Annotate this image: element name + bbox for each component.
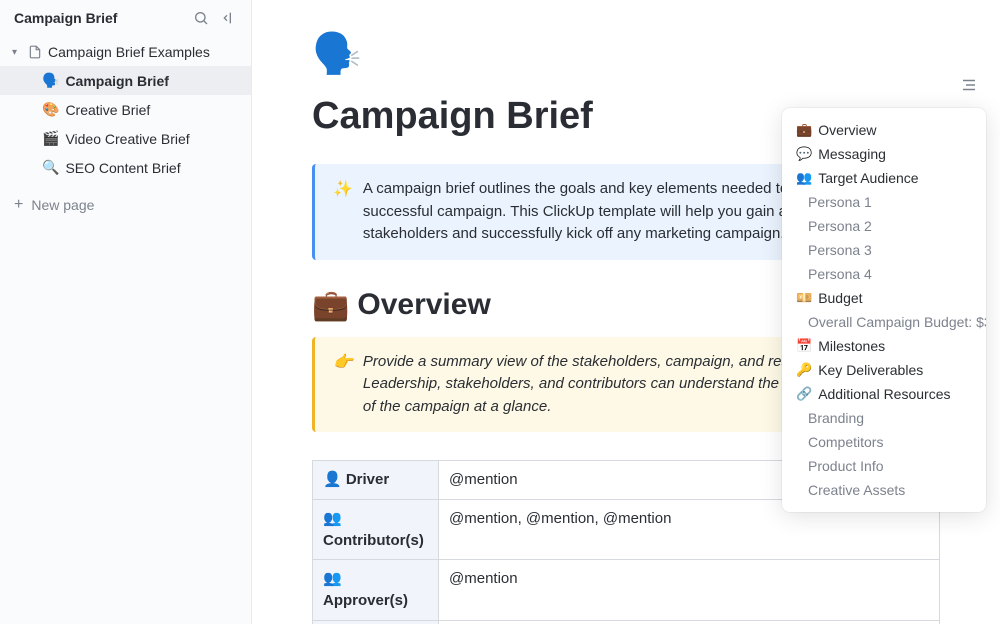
sidebar-item[interactable]: 🗣️ Campaign Brief bbox=[0, 66, 251, 95]
toc-item[interactable]: 👥 Target Audience bbox=[782, 166, 986, 190]
toc-item[interactable]: 🔑 Key Deliverables bbox=[782, 358, 986, 382]
toc-item-icon: 📅 bbox=[796, 338, 812, 354]
toc-item-label: Messaging bbox=[818, 146, 886, 162]
toc-item-icon: 👥 bbox=[796, 170, 812, 186]
toc-item-label: Overall Campaign Budget: $3,... bbox=[808, 314, 986, 330]
toc-item-label: Milestones bbox=[818, 338, 885, 354]
chevron-down-icon[interactable]: ▾ bbox=[12, 47, 22, 58]
toc-item[interactable]: 🔗 Additional Resources bbox=[782, 382, 986, 406]
toc-item-label: Persona 2 bbox=[808, 218, 872, 234]
main-content: 🗣️ Campaign Brief ✨ A campaign brief out… bbox=[252, 0, 1000, 624]
sidebar-item-label: SEO Content Brief bbox=[65, 160, 180, 176]
doc-emoji[interactable]: 🗣️ bbox=[312, 30, 940, 77]
sidebar-item[interactable]: 🎬 Video Creative Brief bbox=[0, 124, 251, 153]
sidebar-tree: ▾ Campaign Brief Examples 🗣️ Campaign Bri… bbox=[0, 34, 251, 186]
toc-item[interactable]: 📅 Milestones bbox=[782, 334, 986, 358]
plus-icon: + bbox=[14, 196, 23, 214]
toc-item[interactable]: Persona 4 bbox=[782, 262, 986, 286]
toc-item[interactable]: Persona 1 bbox=[782, 190, 986, 214]
toc-item-icon: 🔑 bbox=[796, 362, 812, 378]
toc-item[interactable]: Persona 3 bbox=[782, 238, 986, 262]
sparkle-icon: ✨ bbox=[333, 178, 353, 246]
toc-item-label: Product Info bbox=[808, 458, 884, 474]
sidebar-item[interactable]: 🎨 Creative Brief bbox=[0, 95, 251, 124]
table-row: 💭 Title / TaglineProduct X: a new produc… bbox=[313, 620, 940, 624]
sidebar-item-label: Campaign Brief bbox=[65, 73, 168, 89]
toc-item-label: Persona 1 bbox=[808, 194, 872, 210]
sidebar-parent-item[interactable]: ▾ Campaign Brief Examples bbox=[0, 38, 251, 66]
sidebar-item-label: Video Creative Brief bbox=[65, 131, 189, 147]
toc-item[interactable]: 💼 Overview bbox=[782, 118, 986, 142]
toc-item[interactable]: 💬 Messaging bbox=[782, 142, 986, 166]
toc-item-icon: 💼 bbox=[796, 122, 812, 138]
new-page-button[interactable]: + New page bbox=[0, 186, 251, 224]
sidebar: Campaign Brief ▾ Campaign Brief Examples… bbox=[0, 0, 252, 624]
table-row-value[interactable]: @mention bbox=[439, 560, 940, 621]
toc-item[interactable]: Overall Campaign Budget: $3,... bbox=[782, 310, 986, 334]
page-emoji-icon: 🎨 bbox=[42, 101, 59, 118]
sidebar-title: Campaign Brief bbox=[14, 10, 117, 26]
new-page-label: New page bbox=[31, 197, 94, 213]
page-emoji-icon: 🔍 bbox=[42, 159, 59, 176]
toc-item-label: Persona 3 bbox=[808, 242, 872, 258]
toc-item[interactable]: Creative Assets bbox=[782, 478, 986, 502]
collapse-sidebar-icon[interactable] bbox=[221, 10, 237, 26]
table-row: 👥 Approver(s)@mention bbox=[313, 560, 940, 621]
toc-item[interactable]: Persona 2 bbox=[782, 214, 986, 238]
toc-item-icon: 🔗 bbox=[796, 386, 812, 402]
briefcase-icon: 💼 bbox=[312, 288, 349, 323]
toc-item-icon: 💴 bbox=[796, 290, 812, 306]
sidebar-item-label: Creative Brief bbox=[65, 102, 150, 118]
table-row-label[interactable]: 👤 Driver bbox=[313, 461, 439, 500]
overview-heading-text: Overview bbox=[357, 288, 490, 322]
sidebar-parent-label: Campaign Brief Examples bbox=[48, 44, 210, 60]
toc-item[interactable]: Competitors bbox=[782, 430, 986, 454]
page-emoji-icon: 🗣️ bbox=[42, 72, 59, 89]
toc-item-label: Creative Assets bbox=[808, 482, 905, 498]
table-row-label[interactable]: 💭 Title / Tagline bbox=[313, 620, 439, 624]
sidebar-item[interactable]: 🔍 SEO Content Brief bbox=[0, 153, 251, 182]
toc-item-label: Branding bbox=[808, 410, 864, 426]
toc-item-label: Target Audience bbox=[818, 170, 918, 186]
toc-item-label: Competitors bbox=[808, 434, 883, 450]
toc-toggle-icon[interactable] bbox=[960, 76, 978, 94]
toc-item-label: Overview bbox=[818, 122, 876, 138]
toc-item-icon: 💬 bbox=[796, 146, 812, 162]
toc-item[interactable]: Branding bbox=[782, 406, 986, 430]
table-row-value[interactable]: Product X: a new product for the modern … bbox=[439, 620, 940, 624]
toc-item-label: Budget bbox=[818, 290, 862, 306]
toc-item[interactable]: 💴 Budget bbox=[782, 286, 986, 310]
toc-item[interactable]: Product Info bbox=[782, 454, 986, 478]
toc-popup: 💼 Overview 💬 Messaging 👥 Target Audience Perso… bbox=[782, 108, 986, 512]
toc-item-label: Additional Resources bbox=[818, 386, 950, 402]
sidebar-header: Campaign Brief bbox=[0, 0, 251, 34]
toc-item-label: Key Deliverables bbox=[818, 362, 923, 378]
pointing-icon: 👉 bbox=[333, 351, 353, 419]
toc-item-label: Persona 4 bbox=[808, 266, 872, 282]
table-row-label[interactable]: 👥 Approver(s) bbox=[313, 560, 439, 621]
search-icon[interactable] bbox=[193, 10, 209, 26]
page-emoji-icon: 🎬 bbox=[42, 130, 59, 147]
table-row-label[interactable]: 👥 Contributor(s) bbox=[313, 499, 439, 560]
document-icon bbox=[28, 45, 42, 59]
